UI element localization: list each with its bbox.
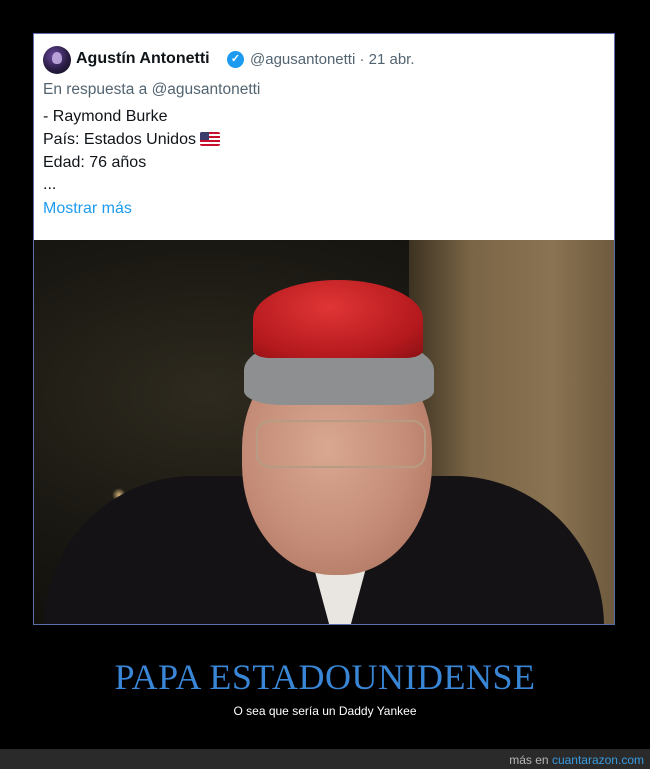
reply-context[interactable]: En respuesta a @agusantonetti [43, 81, 260, 99]
tweet-line: Edad: 76 años [43, 154, 147, 171]
site-link[interactable]: cuantarazon.com [552, 753, 644, 767]
meme-caption: O sea que sería un Daddy Yankee [233, 704, 417, 718]
verified-badge-icon: ✓ [227, 51, 244, 68]
tweet-line: ... [43, 176, 57, 193]
meme-headline: PAPA ESTADOUNIDENSE [114, 657, 536, 697]
tweet-line: - Raymond Burke [43, 108, 168, 125]
us-flag-icon [199, 132, 220, 146]
red-zucchetto [253, 280, 423, 358]
author-name[interactable]: Agustín Antonetti [76, 50, 210, 68]
show-more-link[interactable]: Mostrar más [43, 200, 132, 218]
cardinal-photo [34, 240, 614, 624]
tweet-card: Agustín Antonetti ✓ @agusantonetti · 21 … [34, 34, 614, 240]
glasses [256, 420, 426, 468]
tweet-line: País: Estados Unidos [43, 131, 220, 149]
meme-frame: Agustín Antonetti ✓ @agusantonetti · 21 … [33, 33, 615, 625]
footer-bar: más en cuantarazon.com [0, 749, 650, 769]
avatar[interactable] [43, 46, 71, 74]
footer-prefix: más en [509, 753, 549, 767]
footer-credit: más en cuantarazon.com [509, 753, 644, 767]
tweet-line-text: País: Estados Unidos [43, 131, 196, 148]
handle-and-date[interactable]: @agusantonetti · 21 abr. [250, 51, 415, 68]
